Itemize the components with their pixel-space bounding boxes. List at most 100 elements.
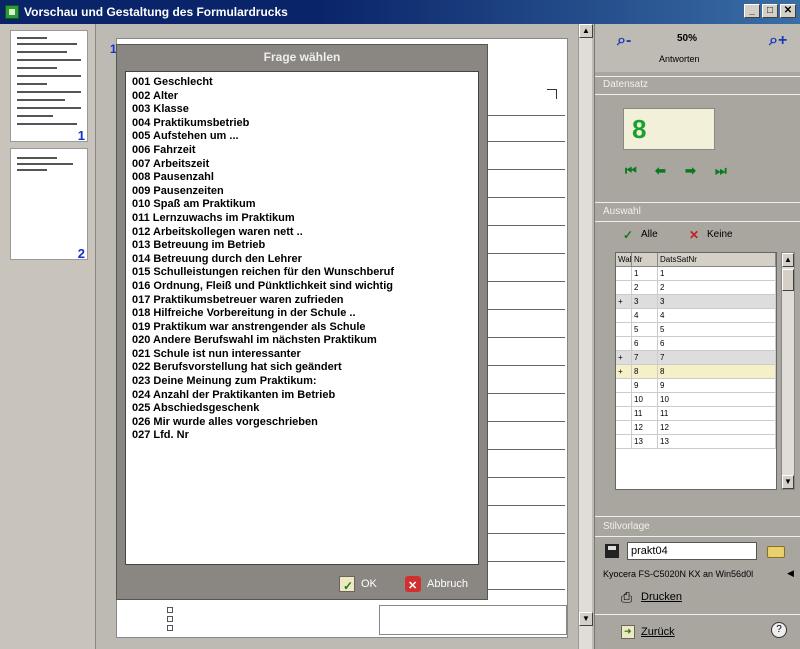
- list-item[interactable]: 023 Deine Meinung zum Praktikum:: [132, 375, 472, 389]
- first-record-icon[interactable]: ⏮: [625, 164, 641, 178]
- grid-scrollbar[interactable]: ▲ ▼: [781, 252, 795, 490]
- list-item[interactable]: 024 Anzahl der Praktikanten im Betrieb: [132, 389, 472, 403]
- window-title: Vorschau und Gestaltung des Formulardruc…: [24, 5, 288, 19]
- table-row[interactable]: +7 7: [616, 351, 776, 365]
- select-all-icon: ✓: [623, 228, 634, 242]
- scroll-down-icon[interactable]: ▼: [579, 612, 593, 626]
- last-record-icon[interactable]: ⏭: [715, 164, 731, 178]
- grid-header-nr[interactable]: Nr: [632, 253, 658, 266]
- zoom-value: 50%: [677, 33, 698, 44]
- list-item[interactable]: 001 Geschlecht: [132, 76, 472, 90]
- dialog-footer: OK Abbruch: [117, 567, 487, 599]
- table-row[interactable]: +8 8: [616, 365, 776, 379]
- list-item[interactable]: 021 Schule ist nun interessanter: [132, 348, 472, 362]
- record-grid[interactable]: Wal Nr DatsSatNr 1 1 2 2 +3 3 4 4 5 5 6 6 +7 7 +8 8 9 9 10…: [615, 252, 777, 490]
- list-item[interactable]: 026 Mir wurde alles vorgeschrieben: [132, 416, 472, 430]
- list-item[interactable]: 004 Praktikumsbetrieb: [132, 117, 472, 131]
- list-item[interactable]: 002 Alter: [132, 90, 472, 104]
- list-item[interactable]: 007 Arbeitszeit: [132, 158, 472, 172]
- cancel-button[interactable]: Abbruch: [405, 574, 468, 596]
- select-none-button[interactable]: ✕ Keine: [689, 228, 733, 242]
- grid-cell-nr: 11: [632, 407, 658, 420]
- grid-cell-nr: 6: [632, 337, 658, 350]
- grid-header-datssatnr[interactable]: DatsSatNr: [658, 253, 776, 266]
- zoom-in-icon[interactable]: ⌕+: [769, 32, 787, 50]
- list-item[interactable]: 012 Arbeitskollegen waren nett ..: [132, 226, 472, 240]
- printer-name[interactable]: Kyocera FS-C5020N KX an Win56d0l: [603, 569, 753, 579]
- table-row[interactable]: 10 10: [616, 393, 776, 407]
- list-item[interactable]: 005 Aufstehen um ...: [132, 130, 472, 144]
- list-item[interactable]: 022 Berufsvorstellung hat sich geändert: [132, 361, 472, 375]
- grid-scroll-up-icon[interactable]: ▲: [782, 253, 794, 267]
- table-row[interactable]: 11 11: [616, 407, 776, 421]
- list-item[interactable]: 009 Pausenzeiten: [132, 185, 472, 199]
- print-button[interactable]: ⎙ Drucken: [621, 589, 682, 605]
- list-item[interactable]: 025 Abschiedsgeschenk: [132, 402, 472, 416]
- app-icon: [5, 5, 19, 19]
- table-row[interactable]: 22: [616, 281, 776, 295]
- print-label: Drucken: [641, 591, 682, 603]
- cancel-icon: [405, 576, 421, 596]
- ok-button[interactable]: OK: [339, 574, 377, 596]
- maximize-button[interactable]: □: [762, 4, 778, 18]
- grid-cell-mark: [616, 379, 632, 392]
- save-style-icon[interactable]: [605, 544, 619, 558]
- grid-header-wal[interactable]: Wal: [616, 253, 632, 266]
- select-all-button[interactable]: ✓ Alle: [623, 228, 658, 242]
- scroll-up-icon[interactable]: ▲: [579, 24, 593, 38]
- zoom-mode-label[interactable]: Antworten: [659, 54, 700, 64]
- grid-cell-mark: [616, 267, 632, 280]
- next-record-icon[interactable]: ➡: [685, 164, 701, 178]
- grid-cell-nr: 7: [632, 351, 658, 364]
- grid-cell-nr: 12: [632, 421, 658, 434]
- page-thumbnail-2[interactable]: 2: [10, 148, 88, 261]
- back-label: Zurück: [641, 626, 675, 638]
- printer-select-arrow-icon[interactable]: ◀: [787, 568, 794, 579]
- grid-body: 1 1 2 2 +3 3 4 4 5 5 6 6 +7 7 +8 8 9 9 10 10 11 11 12 12 13 13: [616, 267, 776, 449]
- open-folder-icon[interactable]: [767, 546, 785, 558]
- list-item[interactable]: 027 Lfd. Nr: [132, 429, 472, 443]
- list-item[interactable]: 020 Andere Berufswahl im nächsten Prakti…: [132, 334, 472, 348]
- list-item[interactable]: 010 Spaß am Praktikum: [132, 198, 472, 212]
- grid-cell-mark: [616, 421, 632, 434]
- close-button[interactable]: ✕: [780, 4, 796, 18]
- grid-cell-datssatnr: 9: [658, 379, 776, 392]
- preview-scrollbar[interactable]: ▲ ▼: [578, 24, 593, 649]
- table-row[interactable]: 13 13: [616, 435, 776, 449]
- page-thumbnail-1[interactable]: 1: [10, 30, 88, 143]
- style-template-input[interactable]: prakt04: [627, 542, 757, 560]
- table-row[interactable]: 11: [616, 267, 776, 281]
- table-row[interactable]: 44: [616, 309, 776, 323]
- grid-cell-datssatnr: 2: [658, 281, 776, 294]
- question-list[interactable]: 001 Geschlecht 002 Alter 003 Klasse 004 …: [125, 71, 479, 565]
- grid-cell-datssatnr: 8: [658, 365, 776, 378]
- back-button[interactable]: Zurück: [621, 625, 675, 639]
- grid-scroll-down-icon[interactable]: ▼: [782, 475, 794, 489]
- prev-record-icon[interactable]: ⬅: [655, 164, 671, 178]
- help-icon[interactable]: ?: [771, 622, 787, 638]
- table-row[interactable]: 12 12: [616, 421, 776, 435]
- list-item[interactable]: 013 Betreuung im Betrieb: [132, 239, 472, 253]
- list-item[interactable]: 015 Schulleistungen reichen für den Wuns…: [132, 266, 472, 280]
- grid-scroll-thumb[interactable]: [782, 269, 794, 291]
- list-item[interactable]: 006 Fahrzeit: [132, 144, 472, 158]
- table-row[interactable]: +3 3: [616, 295, 776, 309]
- list-item[interactable]: 019 Praktikum war anstrengender als Schu…: [132, 321, 472, 335]
- page-corner-mark: [547, 89, 557, 99]
- list-item[interactable]: 008 Pausenzahl: [132, 171, 472, 185]
- grid-cell-datssatnr: 7: [658, 351, 776, 364]
- cancel-label: Abbruch: [427, 578, 468, 590]
- table-row[interactable]: 66: [616, 337, 776, 351]
- table-row[interactable]: 55: [616, 323, 776, 337]
- list-item[interactable]: 018 Hilfreiche Vorbereitung in der Schul…: [132, 307, 472, 321]
- list-item[interactable]: 016 Ordnung, Fleiß und Pünktlichkeit sin…: [132, 280, 472, 294]
- back-icon: [621, 625, 635, 639]
- list-item[interactable]: 017 Praktikumsbetreuer waren zufrieden: [132, 294, 472, 308]
- minimize-button[interactable]: _: [744, 4, 760, 18]
- list-item[interactable]: 003 Klasse: [132, 103, 472, 117]
- list-item[interactable]: 011 Lernzuwachs im Praktikum: [132, 212, 472, 226]
- thumbnail-number: 2: [77, 246, 85, 261]
- table-row[interactable]: 99: [616, 379, 776, 393]
- zoom-out-icon[interactable]: ⌕-: [617, 32, 631, 50]
- list-item[interactable]: 014 Betreuung durch den Lehrer: [132, 253, 472, 267]
